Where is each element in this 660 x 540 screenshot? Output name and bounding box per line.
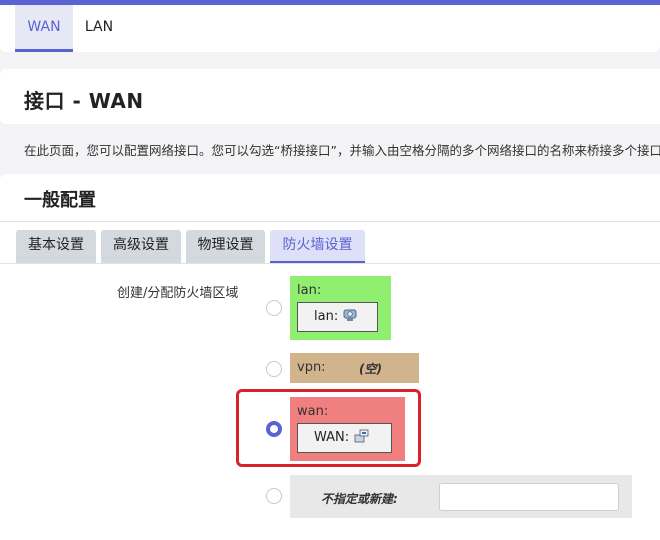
zone-vpn[interactable]: vpn: (空) (290, 353, 419, 383)
selection-highlight (236, 389, 421, 467)
tab-basic-settings[interactable]: 基本设置 (16, 230, 96, 264)
tab-lan[interactable]: LAN (76, 5, 122, 52)
zone-lan[interactable]: lan: lan: (290, 276, 391, 340)
zone-name: lan: (297, 283, 322, 298)
section-title: 一般配置 (24, 190, 96, 211)
subtab-divider (0, 263, 660, 264)
zone-empty-label: (空) (359, 362, 382, 376)
divider (0, 221, 660, 222)
zone-custom: 不指定或新建: (290, 475, 632, 518)
zone-name: vpn: (297, 360, 326, 375)
custom-zone-input[interactable] (439, 483, 619, 511)
tab-advanced-settings[interactable]: 高级设置 (101, 230, 181, 264)
custom-zone-label: 不指定或新建: (321, 492, 398, 506)
network-label: lan: (314, 309, 339, 324)
zone-vpn-radio[interactable] (266, 361, 282, 377)
tab-wan[interactable]: WAN (15, 5, 73, 52)
zone-custom-radio[interactable] (266, 488, 282, 504)
firewall-zone-label: 创建/分配防火墙区域 (117, 286, 239, 301)
network-badge-lan: lan: (297, 302, 378, 332)
page-description: 在此页面，您可以配置网络接口。您可以勾选“桥接接口”，并输入由空格分隔的多个网络… (24, 143, 660, 158)
title-card: 接口 - WAN (0, 69, 660, 124)
page-title: 接口 - WAN (24, 89, 144, 113)
ethernet-icon (343, 309, 357, 321)
tab-firewall-settings[interactable]: 防火墙设置 (270, 230, 365, 264)
tab-physical-settings[interactable]: 物理设置 (186, 230, 265, 264)
zone-lan-radio[interactable] (266, 300, 282, 316)
